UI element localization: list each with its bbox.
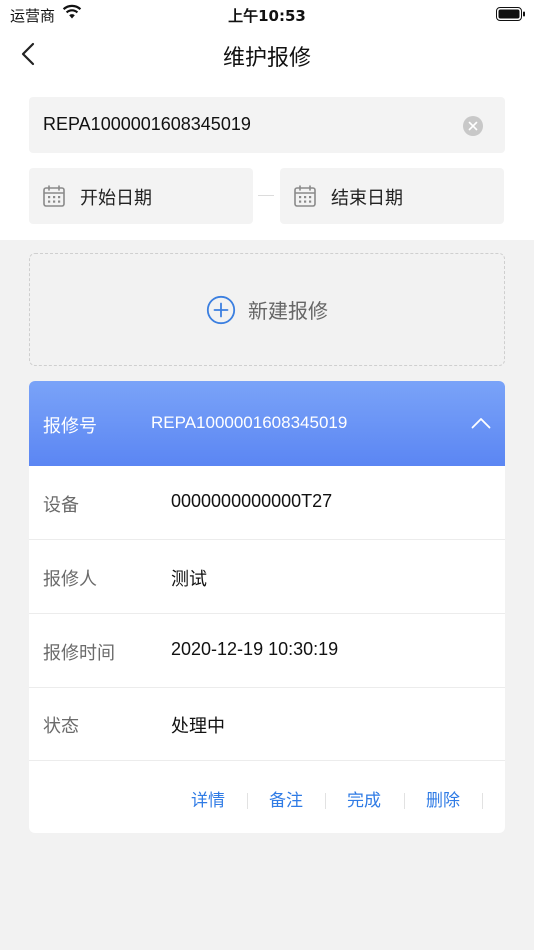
start-date-field[interactable]: 开始日期	[29, 168, 253, 224]
reporter-value: 测试	[171, 569, 207, 589]
card-actions: 详情 备注 完成 删除	[29, 761, 505, 833]
repair-card: 报修号 REPA1000001608345019 设备 000000000000…	[29, 381, 505, 833]
new-repair-button[interactable]: 新建报修	[29, 253, 505, 366]
reporter-label: 报修人	[43, 569, 97, 590]
report-time-value: 2020-12-19 10:30:19	[171, 639, 339, 659]
battery-icon	[496, 6, 526, 25]
new-repair-label: 新建报修	[248, 299, 328, 323]
action-divider	[325, 793, 326, 809]
clear-search-button[interactable]	[463, 116, 483, 136]
page-title: 维护报修	[222, 46, 311, 71]
action-divider	[482, 793, 483, 809]
delete-button[interactable]: 删除	[426, 786, 460, 811]
report-time-row: 报修时间 2020-12-19 10:30:19	[29, 614, 505, 688]
status-row: 状态 处理中	[29, 687, 505, 761]
repair-number-label: 报修号	[43, 416, 97, 437]
close-icon	[468, 121, 478, 131]
status-time: 上午10:53	[228, 7, 306, 25]
start-date-placeholder: 开始日期	[80, 188, 152, 209]
date-range-separator	[258, 195, 274, 196]
action-divider	[404, 793, 405, 809]
report-time-label: 报修时间	[43, 643, 115, 664]
calendar-icon	[42, 184, 66, 212]
action-divider	[247, 793, 248, 809]
calendar-icon	[293, 184, 317, 212]
repair-number-value: REPA1000001608345019	[151, 413, 348, 432]
search-input[interactable]: REPA1000001608345019	[29, 97, 505, 153]
card-header[interactable]: 报修号 REPA1000001608345019	[29, 381, 505, 466]
nav-bar: 维护报修	[0, 28, 534, 80]
device-row: 设备 0000000000000T27	[29, 466, 505, 540]
status-value: 处理中	[171, 716, 225, 736]
search-value: REPA1000001608345019	[43, 114, 251, 134]
complete-button[interactable]: 完成	[347, 786, 381, 811]
end-date-placeholder: 结束日期	[331, 188, 403, 209]
reporter-row: 报修人 测试	[29, 540, 505, 614]
device-value: 0000000000000T27	[171, 491, 333, 511]
status-bar: 运营商 上午10:53	[0, 0, 534, 28]
device-label: 设备	[43, 495, 79, 516]
status-label: 状态	[43, 716, 79, 737]
filter-area: REPA1000001608345019 开始日期 结束日期	[0, 80, 534, 240]
note-button[interactable]: 备注	[269, 786, 303, 811]
plus-circle-icon	[206, 295, 236, 325]
chevron-up-icon[interactable]	[471, 414, 491, 433]
detail-button[interactable]: 详情	[191, 786, 225, 811]
end-date-field[interactable]: 结束日期	[280, 168, 504, 224]
